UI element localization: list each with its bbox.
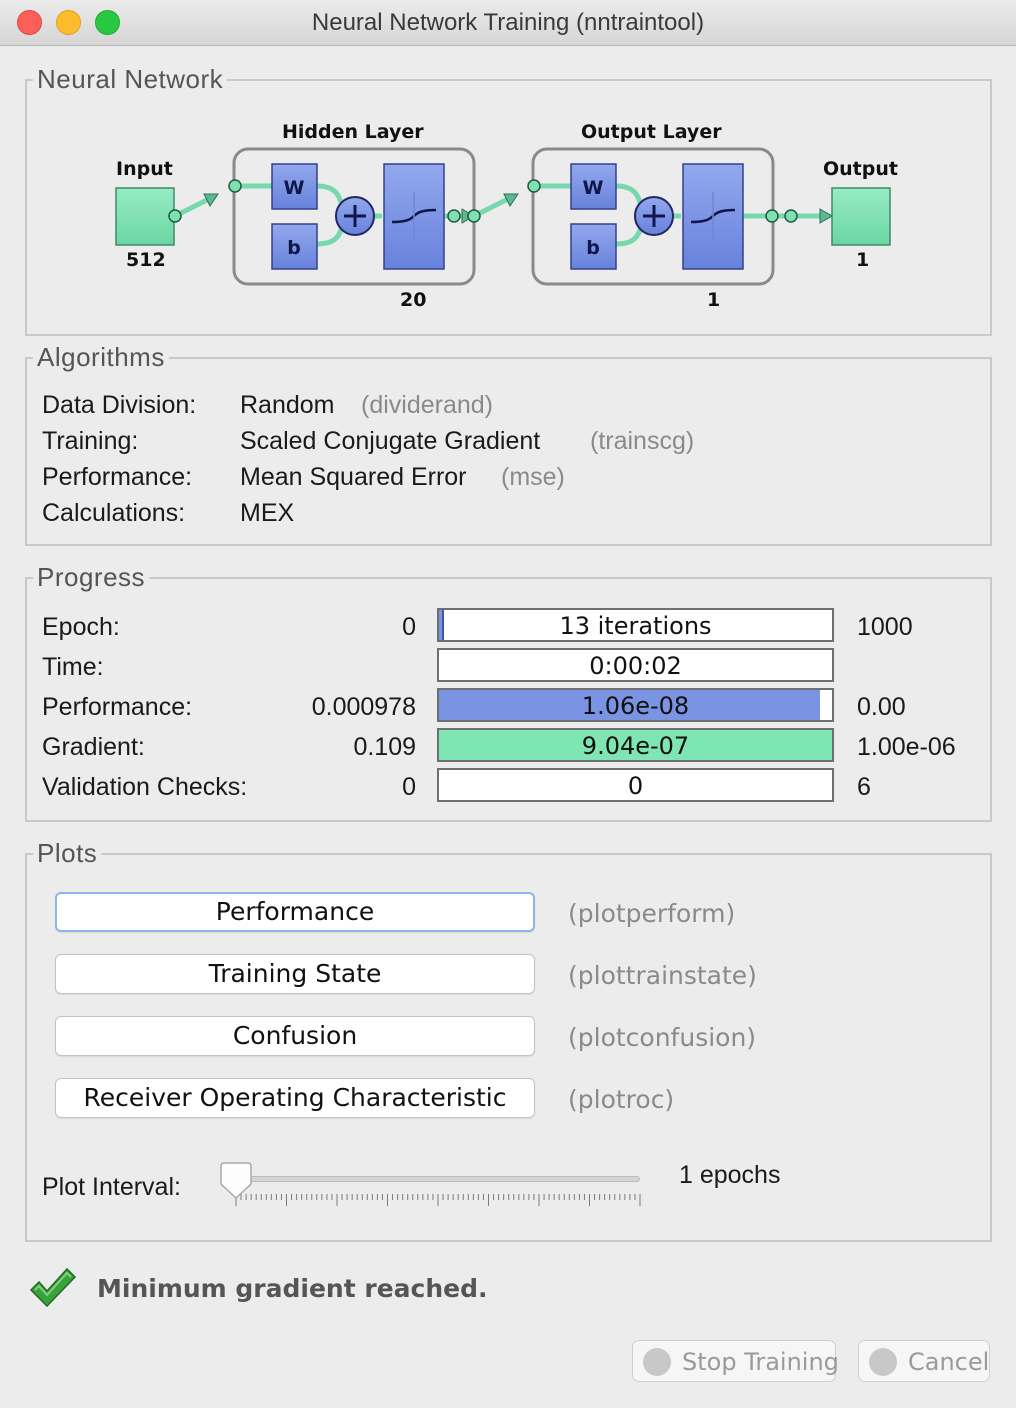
hidden-weight-symbol: W (284, 177, 305, 199)
progress-current-value: 13 iterations (559, 612, 712, 640)
time-progress-bar: 0:00:02 (437, 648, 834, 682)
algorithm-function: (mse) (501, 463, 565, 491)
algorithm-label: Performance: (42, 463, 193, 491)
progress-end-value: 1000 (857, 613, 913, 641)
algorithm-value: Random (240, 391, 335, 419)
progress-current-value: 1.06e-08 (581, 692, 690, 720)
gradient-progress-bar: 9.04e-07 (437, 728, 834, 762)
plot-confusion-button[interactable]: Confusion (55, 1016, 535, 1056)
slider-track (236, 1176, 640, 1182)
progress-label: Epoch: (42, 613, 120, 641)
epoch-progress-bar: 13 iterations (437, 608, 834, 642)
performance-progress-bar: 1.06e-08 (437, 688, 834, 722)
plot-interval-value: 1 epochs (679, 1161, 781, 1189)
checkmark-icon (29, 1267, 77, 1308)
cancel-button[interactable]: Cancel (858, 1340, 990, 1382)
hidden-layer-size: 20 (400, 289, 427, 311)
algorithm-function: (trainscg) (590, 427, 695, 455)
plot-function-name: (plotperform) (568, 899, 736, 928)
input-block (115, 187, 175, 246)
output-bias-symbol: b (586, 237, 600, 259)
algorithm-function: (dividerand) (361, 391, 494, 419)
algorithm-label: Data Division: (42, 391, 197, 419)
progress-label: Validation Checks: (42, 773, 248, 801)
plot-training-state-button[interactable]: Training State (55, 954, 535, 994)
plots-legend: Plots (37, 838, 98, 868)
output-size: 1 (856, 249, 870, 271)
progress-end-value: 6 (857, 773, 871, 801)
output-layer-size: 1 (707, 289, 721, 311)
title-bar: Neural Network Training (nntraintool) (0, 0, 1016, 46)
progress-current-value: 0:00:02 (589, 652, 682, 680)
output-block (831, 187, 891, 246)
input-size: 512 (126, 249, 166, 271)
plot-function-name: (plottrainstate) (568, 961, 757, 990)
algorithm-value: MEX (240, 499, 295, 527)
input-label: Input (116, 158, 173, 180)
progress-end-value: 1.00e-06 (857, 733, 956, 761)
output-layer-label: Output Layer (581, 121, 722, 143)
progress-label: Gradient: (42, 733, 145, 761)
progress-current-value: 9.04e-07 (581, 732, 690, 760)
algorithm-value: Scaled Conjugate Gradient (240, 427, 541, 455)
slider-thumb[interactable] (219, 1162, 253, 1200)
plot-function-name: (plotconfusion) (568, 1023, 757, 1052)
progress-start-value: 0 (402, 613, 416, 641)
output-weight-symbol: W (583, 177, 604, 199)
stop-training-label: Stop Training (682, 1348, 839, 1376)
progress-label: Time: (42, 653, 104, 681)
algorithms-legend: Algorithms (37, 342, 165, 372)
neural-network-legend: Neural Network (37, 64, 224, 94)
progress-start-value: 0 (402, 773, 416, 801)
plot-performance-button[interactable]: Performance (55, 892, 535, 932)
hidden-layer-label: Hidden Layer (282, 121, 424, 143)
network-diagram: W b W b (115, 147, 891, 286)
stop-icon (643, 1348, 671, 1376)
status-message: Minimum gradient reached. (97, 1274, 488, 1303)
cancel-icon (869, 1348, 897, 1376)
slider-ticks (235, 1194, 641, 1206)
progress-label: Performance: (42, 693, 193, 721)
hidden-bias-symbol: b (287, 237, 301, 259)
algorithm-value: Mean Squared Error (240, 463, 467, 491)
stop-training-button[interactable]: Stop Training (632, 1340, 839, 1382)
plot-roc-button[interactable]: Receiver Operating Characteristic (55, 1078, 535, 1118)
progress-end-value: 0.00 (857, 693, 906, 721)
cancel-label: Cancel (908, 1348, 990, 1376)
algorithm-label: Training: (42, 427, 139, 455)
algorithm-label: Calculations: (42, 499, 186, 527)
output-label: Output (823, 158, 898, 180)
window-title: Neural Network Training (nntraintool) (311, 9, 705, 36)
plot-interval-label: Plot Interval: (42, 1173, 181, 1201)
progress-current-value: 0 (627, 772, 644, 800)
progress-start-value: 0.000978 (311, 693, 416, 721)
plot-function-name: (plotroc) (568, 1085, 675, 1114)
progress-legend: Progress (37, 562, 146, 592)
progress-start-value: 0.109 (353, 733, 416, 761)
plot-interval-slider[interactable] (220, 1160, 650, 1210)
validation-checks-progress-bar: 0 (437, 768, 834, 802)
